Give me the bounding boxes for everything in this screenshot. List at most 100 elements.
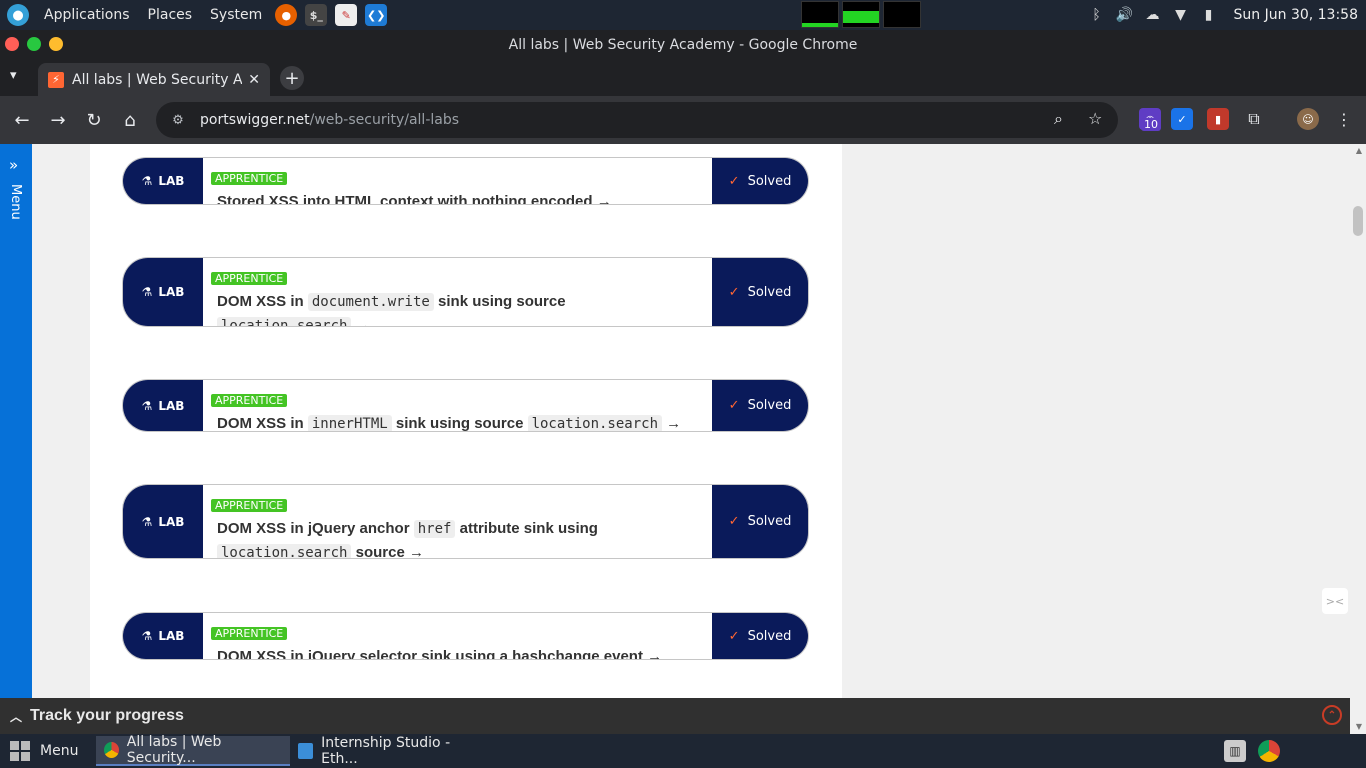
back-button[interactable]: ←	[10, 108, 34, 132]
terminal-launcher-icon[interactable]: $_	[305, 4, 328, 26]
extension-badge: 10	[1141, 118, 1161, 131]
scroll-top-icon[interactable]: ⌃	[1322, 705, 1342, 725]
chevron-up-icon: ︿	[10, 709, 23, 724]
os-logo-icon[interactable]: ●	[7, 4, 29, 26]
system-monitors	[801, 1, 921, 28]
workspace-icon[interactable]: ▥	[1224, 740, 1246, 762]
lab-row[interactable]: ⚗ LAB APPRENTICE DOM XSS in innerHTML sink …	[122, 379, 809, 432]
lab-status-label: Solved	[747, 284, 792, 300]
folder-task-icon	[298, 743, 314, 759]
check-icon: ✓	[728, 514, 740, 529]
lab-status: ✓ Solved	[712, 258, 808, 326]
lab-status: ✓ Solved	[712, 380, 808, 431]
scrollbar-thumb[interactable]	[1353, 206, 1363, 236]
close-window-button[interactable]	[5, 37, 19, 51]
os-taskbar: Menu All labs | Web Security... Internsh…	[0, 734, 1366, 768]
os-menu-bar: Applications Places System	[35, 0, 271, 30]
taskbar-menu-button[interactable]: Menu	[10, 741, 78, 761]
bookmark-extension-icon[interactable]: ▮	[1207, 108, 1229, 130]
maximize-window-button[interactable]	[27, 37, 41, 51]
lab-title-text: Stored XSS into HTML context with nothin…	[217, 193, 593, 205]
cloud-icon[interactable]: ☁	[1144, 6, 1162, 24]
lab-info: APPRENTICE DOM XSS in jQuery selector sin…	[203, 613, 712, 659]
tab-close-icon[interactable]: ✕	[248, 72, 260, 88]
bookmark-star-icon[interactable]: ☆	[1088, 109, 1102, 128]
lab-info: APPRENTICE DOM XSS in innerHTML sink usin…	[203, 380, 712, 431]
cpu-monitor	[801, 1, 839, 28]
bluetooth-icon[interactable]: ᛒ	[1088, 6, 1106, 24]
reload-button[interactable]: ↻	[82, 108, 106, 132]
side-menu-toggle[interactable]: » Menu	[0, 144, 32, 734]
clock[interactable]: Sun Jun 30, 13:58	[1234, 7, 1358, 23]
menu-system[interactable]: System	[201, 0, 271, 30]
level-badge: APPRENTICE	[211, 172, 288, 185]
apps-grid-icon	[10, 741, 30, 761]
lab-title-link[interactable]: DOM XSS in innerHTML sink using source l…	[211, 412, 702, 432]
arrow-right-icon: →	[351, 317, 371, 327]
lab-title-code: location.search	[217, 317, 352, 326]
collapse-widget-icon[interactable]: ><	[1322, 588, 1348, 614]
level-badge: APPRENTICE	[211, 627, 288, 640]
lab-tag-label: LAB	[158, 514, 185, 529]
minimize-window-button[interactable]	[49, 37, 63, 51]
lab-title-text: attribute sink using	[455, 520, 598, 537]
track-progress-bar[interactable]: ︿ Track your progress ⌃	[0, 698, 1350, 734]
site-info-icon[interactable]: ⚙	[168, 110, 188, 130]
lab-tag-label: LAB	[158, 629, 185, 643]
taskbar-menu-label: Menu	[40, 743, 79, 759]
track-progress-label: Track your progress	[30, 707, 184, 724]
firefox-launcher-icon[interactable]: ●	[275, 4, 298, 26]
zoom-icon[interactable]: ⌕	[1054, 109, 1063, 129]
lab-title-text: DOM XSS in jQuery anchor	[217, 520, 414, 537]
vscode-launcher-icon[interactable]: ❮❯	[365, 4, 388, 26]
scroll-up-icon[interactable]: ▲	[1356, 146, 1362, 155]
forward-button[interactable]: →	[46, 108, 70, 132]
tab-search-icon[interactable]: ▾	[10, 68, 17, 83]
wifi-icon[interactable]: ▼	[1172, 6, 1190, 24]
task-file-manager[interactable]: Internship Studio - Eth...	[290, 735, 490, 767]
scrollbar[interactable]: ▲ ▼	[1350, 144, 1366, 734]
chrome-tray-icon[interactable]	[1258, 740, 1280, 762]
lab-title-link[interactable]: DOM XSS in jQuery anchor href attribute …	[211, 517, 702, 558]
tab-all-labs[interactable]: ⚡ All labs | Web Security Ac ✕	[38, 63, 270, 96]
lab-tag: ⚗ LAB	[123, 380, 203, 431]
lab-title-text: sink using source	[433, 293, 566, 310]
flask-icon: ⚗	[141, 629, 153, 643]
extensions-puzzle-icon[interactable]: ⧉	[1243, 108, 1265, 130]
network-monitor	[883, 1, 921, 28]
todo-extension-icon[interactable]: ✓	[1171, 108, 1193, 130]
home-button[interactable]: ⌂	[118, 108, 142, 132]
lab-title-text: sink using source	[391, 415, 528, 432]
url-host: portswigger.net	[200, 112, 310, 128]
level-badge: APPRENTICE	[211, 272, 288, 285]
lab-title-code: location.search	[217, 544, 352, 558]
lab-status-label: Solved	[747, 398, 792, 413]
lab-title-link[interactable]: DOM XSS in jQuery selector sink using a …	[211, 645, 702, 659]
window-titlebar: All labs | Web Security Academy - Google…	[0, 30, 1366, 59]
check-icon: ✓	[728, 398, 740, 413]
chrome-menu-icon[interactable]: ⋮	[1333, 108, 1355, 130]
side-menu-label: Menu	[8, 184, 23, 220]
lab-row[interactable]: ⚗ LAB APPRENTICE DOM XSS in jQuery anchor h…	[122, 484, 809, 559]
level-badge: APPRENTICE	[211, 499, 288, 512]
lab-title-link[interactable]: Stored XSS into HTML context with nothin…	[211, 190, 702, 205]
lab-row[interactable]: ⚗ LAB APPRENTICE DOM XSS in jQuery selector…	[122, 612, 809, 660]
menu-applications[interactable]: Applications	[35, 0, 139, 30]
task-chrome[interactable]: All labs | Web Security...	[96, 734, 290, 766]
lab-row[interactable]: ⚗ LAB APPRENTICE Stored XSS into HTML conte…	[122, 157, 809, 205]
lab-row[interactable]: ⚗ LAB APPRENTICE DOM XSS in document.write …	[122, 257, 809, 327]
tab-title: All labs | Web Security Ac	[72, 71, 243, 88]
scroll-down-icon[interactable]: ▼	[1356, 722, 1362, 731]
flask-icon: ⚗	[141, 285, 153, 299]
lab-title-link[interactable]: DOM XSS in document.write sink using sou…	[211, 290, 702, 327]
lab-tag-label: LAB	[158, 285, 185, 299]
battery-icon[interactable]: ▮	[1200, 6, 1218, 24]
volume-icon[interactable]: 🔊	[1116, 6, 1134, 24]
text-editor-launcher-icon[interactable]: ✎	[335, 4, 358, 26]
address-bar[interactable]: ⚙ portswigger.net/web-security/all-labs …	[156, 102, 1118, 138]
tab-strip: ▾ ⚡ All labs | Web Security Ac ✕ +	[0, 59, 1366, 96]
menu-places[interactable]: Places	[139, 0, 202, 30]
new-tab-button[interactable]: +	[280, 66, 304, 90]
lab-info: APPRENTICE DOM XSS in document.write sink…	[203, 258, 712, 326]
profile-avatar[interactable]: ☺	[1297, 108, 1319, 130]
